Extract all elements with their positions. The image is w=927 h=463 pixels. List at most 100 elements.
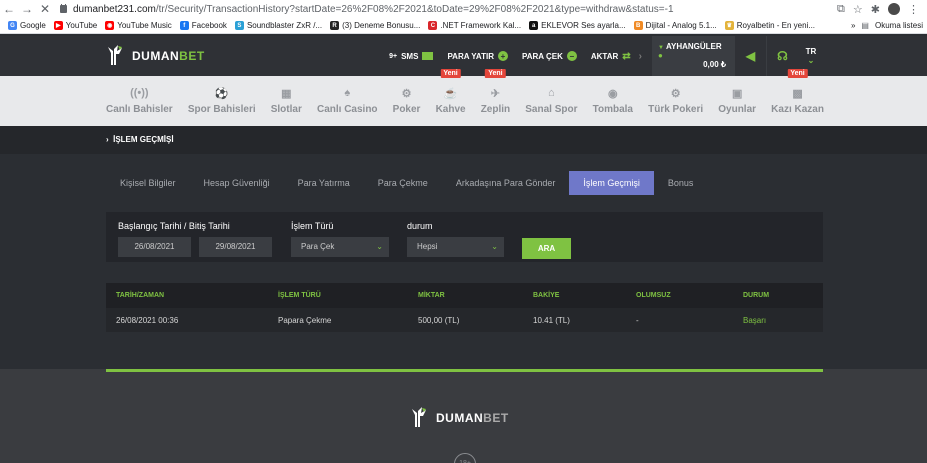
category-item[interactable]: ⚽ Spor Bahisleri <box>188 87 256 115</box>
site-logo[interactable]: DUMANBET <box>106 45 205 67</box>
category-icon: ⚽ <box>214 88 229 100</box>
tab-item[interactable]: Hesap Güvenliği <box>190 171 284 195</box>
footer-logo[interactable]: DUMANBET <box>410 407 509 429</box>
start-date-input[interactable]: 26/08/2021 <box>118 237 191 257</box>
category-label: Poker <box>392 104 421 115</box>
extensions-icon[interactable]: ✱ <box>871 3 880 16</box>
bookmarks-bar: G Google ▶ YouTube ◉ YouTube Music f Facebook S S… <box>0 18 927 34</box>
reading-list-icon: ▤ <box>861 21 869 30</box>
megaphone-icon[interactable]: ◀ <box>734 36 766 76</box>
bookmark-item[interactable]: S Soundblaster ZxR /... <box>234 21 322 30</box>
account-tabs: Kişisel Bilgiler Hesap Güvenliği Para Yatı… <box>106 171 707 195</box>
deposit-button[interactable]: PARA YATIR + <box>447 51 508 61</box>
sms-count: 9+ <box>389 52 398 60</box>
bookmark-item[interactable]: ◉ YouTube Music <box>105 21 172 30</box>
category-item[interactable]: ⚙ Türk Pokeri <box>648 87 703 115</box>
bookmark-item[interactable]: C .NET Framework Kal... <box>428 21 521 30</box>
sms-button[interactable]: 9+ SMS <box>389 52 434 61</box>
logo-icon <box>106 45 124 67</box>
column-header[interactable]: TARİH/ZAMAN <box>116 292 164 299</box>
category-item[interactable]: ⌂ Sanal Spor <box>525 87 577 115</box>
brand-name: DUMANBET <box>132 49 205 63</box>
star-icon[interactable]: ☆ <box>853 3 863 16</box>
chevron-down-icon: ⌄ <box>491 242 498 251</box>
category-label: Kahve <box>435 104 466 115</box>
category-label: Türk Pokeri <box>648 104 704 115</box>
category-item[interactable]: ▣ Oyunlar <box>718 87 756 115</box>
category-item[interactable]: ♠ Canlı Casino <box>317 87 378 115</box>
deposit-label: PARA YATIR <box>447 51 494 61</box>
bookmark-label: EKLEVOR Ses ayarla... <box>541 21 626 30</box>
category-label: Canlı Bahisler <box>106 104 173 115</box>
category-label: Canlı Casino <box>316 104 378 115</box>
language-code: TR <box>805 47 817 56</box>
end-date-input[interactable]: 29/08/2021 <box>199 237 272 257</box>
translate-icon[interactable]: ⧉ <box>837 3 845 16</box>
user-menu[interactable]: ▼ AYHANGÜLER ● 0,00 ₺ <box>652 36 734 76</box>
bookmarks-more[interactable]: » <box>851 21 855 30</box>
filter-panel: Başlangıç Tarihi / Bitiş Tarihi 26/08/20… <box>106 212 823 262</box>
category-label: Slotlar <box>270 104 302 115</box>
column-header[interactable]: İŞLEM TÜRÜ <box>278 292 321 299</box>
bookmark-item[interactable]: B Dijital - Analog 5.1... <box>633 21 717 30</box>
close-icon[interactable]: ✕ <box>36 2 54 16</box>
category-item[interactable]: ((•)) Canlı Bahisler <box>106 87 173 115</box>
transactions-table: TARİH/ZAMAN İŞLEM TÜRÜ MİKTAR BAKİYE OLUMSUZ… <box>106 283 823 332</box>
tab-item[interactable]: İşlem Geçmişi <box>569 171 654 195</box>
bookmark-icon: B <box>633 21 643 30</box>
chevron-down-icon: ⌄ <box>376 242 383 251</box>
date-range-label: Başlangıç Tarihi / Bitiş Tarihi <box>118 221 230 231</box>
category-icon: ✈ <box>490 88 501 100</box>
tab-item[interactable]: Arkadaşına Para Gönder <box>442 171 570 195</box>
status-select[interactable]: Hepsi ⌄ <box>407 237 504 257</box>
new-badge: Yeni <box>440 69 461 78</box>
tab-item[interactable]: Bonus <box>654 171 708 195</box>
category-item[interactable]: Yeni ✈ Zeplin <box>481 69 510 115</box>
category-icon: ▣ <box>731 88 743 100</box>
withdraw-label: PARA ÇEK <box>521 51 563 61</box>
column-header[interactable]: MİKTAR <box>418 292 445 299</box>
column-header[interactable]: BAKİYE <box>533 292 559 299</box>
table-cell: 26/08/2021 00:36 <box>116 316 179 325</box>
category-item[interactable]: Yeni ☕ Kahve <box>435 69 466 115</box>
category-item[interactable]: ⚙ Poker <box>393 87 421 115</box>
category-item[interactable]: Yeni ▩ Kazı Kazan <box>771 69 824 115</box>
withdraw-button[interactable]: PARA ÇEK − <box>522 51 577 61</box>
tab-item[interactable]: Para Yatırma <box>284 171 364 195</box>
tab-item[interactable]: Kişisel Bilgiler <box>106 171 190 195</box>
bookmark-item[interactable]: a EKLEVOR Ses ayarla... <box>529 21 626 30</box>
back-icon[interactable]: ← <box>0 2 18 16</box>
plus-icon: + <box>497 51 508 61</box>
column-header[interactable]: OLUMSUZ <box>636 292 671 299</box>
tab-item[interactable]: Para Çekme <box>364 171 442 195</box>
bookmark-item[interactable]: ▶ YouTube <box>53 21 97 30</box>
address-bar[interactable]: dumanbet231.com/tr/Security/TransactionH… <box>60 3 837 15</box>
category-label: Kazı Kazan <box>771 104 824 115</box>
category-icon: ▦ <box>281 88 292 100</box>
type-select[interactable]: Para Çek ⌄ <box>291 237 389 257</box>
category-label: Tombala <box>592 104 633 115</box>
bookmark-icon: R <box>330 21 340 30</box>
bookmark-item[interactable]: G Google <box>8 21 46 30</box>
bookmark-item[interactable]: f Facebook <box>179 21 227 30</box>
search-button[interactable]: ARA <box>522 238 571 259</box>
category-item[interactable]: ◉ Tombala <box>593 87 633 115</box>
reading-list[interactable]: Okuma listesi <box>875 21 923 30</box>
column-header[interactable]: DURUM <box>743 292 769 299</box>
category-nav: ((•)) Canlı Bahisler ⚽ Spor Bahisleri ▦ Slotl… <box>0 69 927 126</box>
menu-icon[interactable]: ⋮ <box>908 3 919 16</box>
table-header: TARİH/ZAMAN İŞLEM TÜRÜ MİKTAR BAKİYE OLUMSUZ… <box>106 283 823 308</box>
profile-avatar[interactable] <box>888 2 900 15</box>
category-item[interactable]: ▦ Slotlar <box>271 87 302 115</box>
bookmark-label: YouTube Music <box>117 21 172 30</box>
bookmark-icon: ◉ <box>105 21 115 30</box>
footer-brand: DUMANBET <box>436 411 509 425</box>
forward-icon[interactable]: → <box>18 2 36 16</box>
bookmark-item[interactable]: R (3) Deneme Bonusu... <box>330 21 420 30</box>
status-label: durum <box>407 221 433 231</box>
type-label: İşlem Türü <box>291 221 334 231</box>
transfer-button[interactable]: AKTAR ⇄ <box>591 51 631 62</box>
bookmark-item[interactable]: ♛ Royalbetin - En yeni... <box>724 21 815 30</box>
category-icon: ♠ <box>344 87 351 99</box>
main-content: Kişisel Bilgiler Hesap Güvenliği Para Yatı… <box>0 154 927 369</box>
